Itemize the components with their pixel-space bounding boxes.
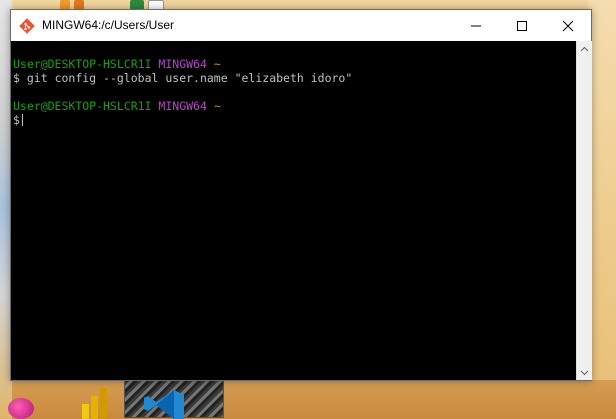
current-path: ~ — [213, 57, 221, 71]
close-icon — [562, 20, 574, 31]
terminal-output[interactable]: User@DESKTOP-HSLCR1I MINGW64 ~ $ git con… — [11, 41, 576, 380]
desktop-background-right — [588, 0, 616, 380]
maximize-icon — [517, 20, 527, 31]
vertical-scrollbar[interactable] — [576, 41, 592, 380]
maximize-button[interactable] — [499, 10, 545, 41]
env-name: MINGW64 — [158, 99, 207, 113]
chevron-down-icon — [580, 370, 589, 375]
text-cursor — [21, 114, 23, 126]
prompt-symbol: $ — [13, 113, 20, 127]
title-bar[interactable]: MINGW64:/c/Users/User — [11, 10, 591, 41]
prompt-header-line: User@DESKTOP-HSLCR1I MINGW64 ~ — [13, 99, 352, 113]
desktop-app-icon[interactable] — [8, 398, 34, 419]
prompt-symbol: $ — [13, 71, 20, 85]
command-text: git config --global user.name "elizabeth… — [26, 71, 353, 85]
user-host: User@DESKTOP-HSLCR1I — [13, 57, 152, 71]
current-path: ~ — [213, 99, 221, 113]
env-name: MINGW64 — [158, 57, 207, 71]
scroll-down-button[interactable] — [577, 365, 592, 380]
prompt-header-line: User@DESKTOP-HSLCR1I MINGW64 ~ — [13, 57, 352, 71]
powerbi-icon[interactable] — [80, 386, 108, 419]
terminal-window[interactable]: MINGW64:/c/Users/User User@DESKTOP-HSLCR… — [10, 9, 592, 381]
window-title: MINGW64:/c/Users/User — [42, 18, 175, 32]
user-host: User@DESKTOP-HSLCR1I — [13, 99, 152, 113]
close-button[interactable] — [545, 10, 591, 41]
command-line: $ git config --global user.name "elizabe… — [13, 71, 352, 85]
input-line[interactable]: $ — [13, 113, 352, 127]
scroll-up-button[interactable] — [577, 41, 592, 56]
chevron-up-icon — [580, 46, 589, 51]
minimize-button[interactable] — [453, 10, 499, 41]
git-bash-icon — [19, 18, 35, 34]
vscode-icon[interactable] — [140, 388, 186, 419]
minimize-icon — [471, 25, 481, 26]
